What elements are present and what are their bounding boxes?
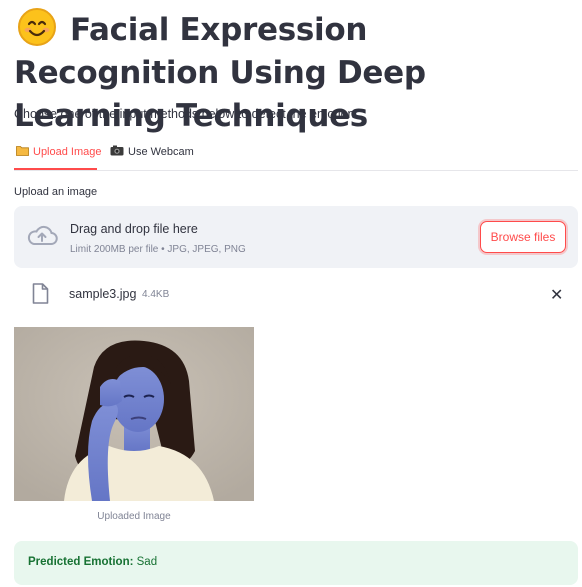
file-size: 4.4KB	[142, 289, 170, 300]
file-name: sample3.jpg	[69, 287, 137, 301]
active-tab-indicator	[14, 168, 97, 170]
prediction-alert: Predicted Emotion: Sad	[14, 541, 578, 585]
file-dropzone[interactable]: Drag and drop file here Limit 200MB per …	[14, 206, 578, 268]
file-icon	[32, 283, 49, 309]
dropzone-instructions: Drag and drop file here	[70, 222, 198, 236]
folder-icon	[16, 145, 29, 159]
prediction-text: Predicted Emotion: Sad	[28, 556, 157, 568]
uploaded-image	[14, 327, 254, 501]
input-method-tabs: Upload Image Use Webcam	[14, 140, 578, 171]
smiling-face-icon	[18, 8, 56, 46]
prediction-value: Sad	[136, 556, 158, 568]
prediction-label: Predicted Emotion:	[28, 556, 134, 568]
camera-icon	[110, 145, 124, 159]
tab-upload-image-label: Upload Image	[33, 146, 102, 158]
cloud-upload-icon	[26, 224, 58, 253]
image-caption: Uploaded Image	[97, 511, 171, 522]
tab-use-webcam-label: Use Webcam	[128, 146, 194, 158]
uploader-label: Upload an image	[14, 186, 98, 198]
uploaded-file-row: sample3.jpg 4.4KB ✕	[14, 283, 578, 307]
page-subtitle: Choose one of the input methods below to…	[14, 107, 358, 121]
browse-files-button[interactable]: Browse files	[480, 221, 566, 253]
dropzone-limit: Limit 200MB per file • JPG, JPEG, PNG	[70, 244, 246, 255]
tab-upload-image[interactable]: Upload Image	[16, 145, 102, 159]
tab-use-webcam[interactable]: Use Webcam	[110, 145, 194, 159]
close-icon[interactable]: ✕	[550, 285, 563, 305]
